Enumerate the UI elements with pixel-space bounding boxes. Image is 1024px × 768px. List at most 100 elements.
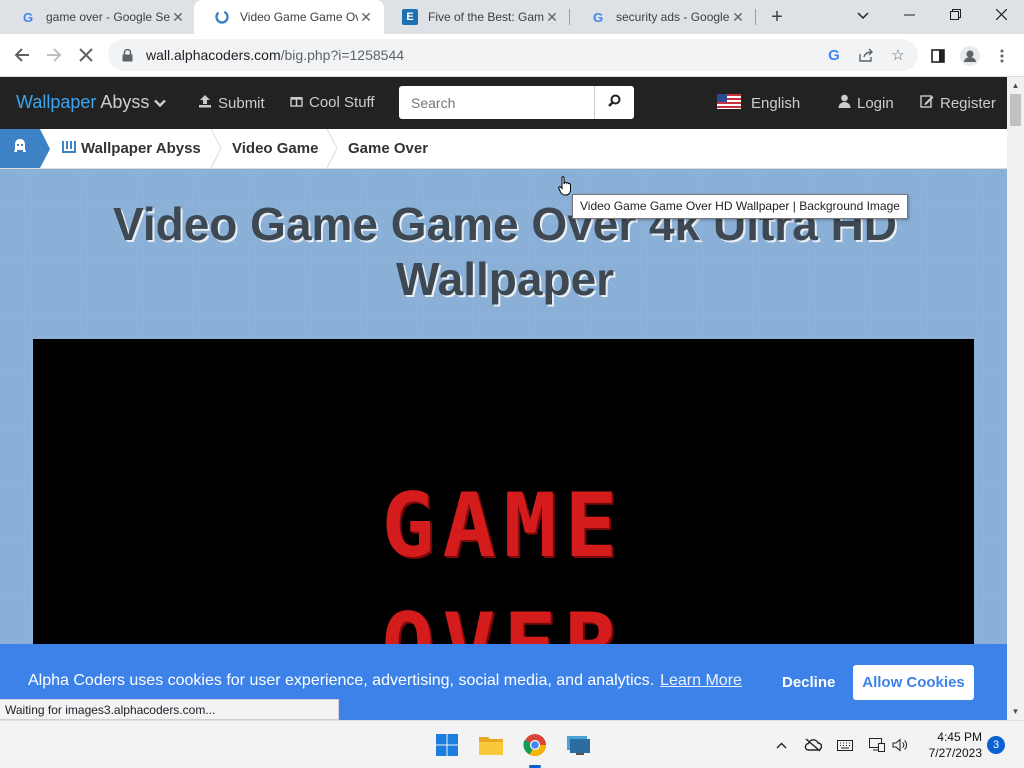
scroll-down-icon[interactable]: ▼ xyxy=(1007,703,1024,720)
login-link[interactable]: Login xyxy=(838,94,894,112)
hand-cursor-icon xyxy=(558,176,571,196)
tab-video-game-wallpaper[interactable]: Video Game Game Ove ✕ xyxy=(194,0,384,34)
google-g-icon: G xyxy=(592,9,604,25)
windows-start-icon[interactable] xyxy=(431,729,463,761)
brand-secondary: Abyss xyxy=(100,92,150,112)
file-explorer-icon[interactable] xyxy=(475,729,507,761)
new-tab-icon[interactable]: + xyxy=(766,4,788,30)
register-label: Register xyxy=(940,94,996,112)
close-tab-icon[interactable]: ✕ xyxy=(544,9,560,26)
breadcrumb-video-game[interactable]: Video Game xyxy=(232,140,318,157)
alphacoders-icon xyxy=(214,9,230,25)
tab-search-chevron-icon[interactable] xyxy=(840,0,886,30)
tab-google-game-over[interactable]: G game over - Google Se ✕ xyxy=(0,0,196,34)
url-host: wall.alphacoders.com xyxy=(146,47,281,63)
breadcrumb-label: Video Game xyxy=(232,140,319,157)
breadcrumb-game-over[interactable]: Game Over xyxy=(348,140,428,157)
remote-desktop-icon[interactable] xyxy=(563,729,595,761)
windows-taskbar: 4:45 PM 7/27/2023 3 xyxy=(0,720,1024,768)
game-over-line-1: GAME xyxy=(381,474,626,577)
submit-link[interactable]: Submit xyxy=(198,94,265,112)
site-brand-menu[interactable]: Wallpaper Abyss xyxy=(16,92,167,113)
tab-five-of-the-best[interactable]: E Five of the Best: Game ✕ xyxy=(382,0,570,34)
tab-separator xyxy=(755,9,756,25)
login-label: Login xyxy=(857,94,894,112)
notification-badge[interactable]: 3 xyxy=(987,736,1005,754)
search-icon xyxy=(608,94,621,112)
submit-label: Submit xyxy=(218,94,265,112)
close-window-icon[interactable] xyxy=(978,0,1024,30)
address-bar[interactable]: wall.alphacoders.com/big.php?i=1258544 G… xyxy=(108,39,918,71)
taskbar-clock[interactable]: 4:45 PM 7/27/2023 xyxy=(912,729,982,761)
minimize-icon[interactable] xyxy=(886,0,932,30)
google-g-icon: G xyxy=(22,9,34,25)
tab-title: Five of the Best: Game xyxy=(428,10,544,24)
gift-icon xyxy=(290,94,303,111)
tab-google-security-ads[interactable]: G security ads - Google S ✕ xyxy=(570,0,756,34)
forward-arrow-icon[interactable] xyxy=(40,41,68,69)
scrollbar-thumb[interactable] xyxy=(1010,94,1021,126)
breadcrumb-label: Wallpaper Abyss xyxy=(81,140,201,157)
breadcrumb-wallpaper-abyss[interactable]: Wallpaper Abyss xyxy=(62,140,201,157)
language-selector[interactable]: English xyxy=(717,94,800,113)
volume-icon[interactable] xyxy=(890,735,910,755)
e-site-icon: E xyxy=(402,9,418,25)
breadcrumb-separator xyxy=(210,129,222,168)
browser-toolbar: wall.alphacoders.com/big.php?i=1258544 G… xyxy=(0,34,1024,77)
tab-title: security ads - Google S xyxy=(616,10,730,24)
share-icon[interactable] xyxy=(856,45,876,65)
clock-time: 4:45 PM xyxy=(937,730,982,744)
main-content: Video Game Game Over 4k Ultra HD Wallpap… xyxy=(0,169,1007,720)
keyboard-icon[interactable] xyxy=(835,735,855,755)
edit-icon xyxy=(920,94,934,112)
chrome-menu-icon[interactable] xyxy=(991,46,1013,66)
lock-icon[interactable] xyxy=(120,48,134,62)
cool-stuff-link[interactable]: Cool Stuff xyxy=(290,94,375,111)
google-lens-icon[interactable]: G xyxy=(824,45,844,65)
register-link[interactable]: Register xyxy=(920,94,996,112)
network-icon[interactable] xyxy=(867,735,887,755)
alien-icon xyxy=(12,138,28,159)
browser-tab-strip: G game over - Google Se ✕ Video Game Gam… xyxy=(0,0,1024,34)
brand-primary: Wallpaper xyxy=(16,92,97,112)
cloud-offline-icon[interactable] xyxy=(803,735,823,755)
chrome-taskbar-icon[interactable] xyxy=(519,729,551,768)
clock-date: 7/27/2023 xyxy=(928,746,982,760)
stop-loading-icon[interactable] xyxy=(72,41,100,69)
breadcrumb-label: Game Over xyxy=(348,140,429,157)
back-arrow-icon[interactable] xyxy=(8,41,36,69)
breadcrumb-separator xyxy=(326,129,338,168)
bookmark-star-icon[interactable]: ☆ xyxy=(888,45,908,65)
tab-title: game over - Google Se xyxy=(46,10,170,24)
language-label: English xyxy=(751,95,801,112)
restore-icon[interactable] xyxy=(932,0,978,30)
us-flag-icon xyxy=(717,94,741,113)
profile-avatar-icon[interactable] xyxy=(959,46,981,66)
close-tab-icon[interactable]: ✕ xyxy=(358,9,374,26)
cookie-message: Alpha Coders uses cookies for user exper… xyxy=(28,672,655,689)
upload-icon xyxy=(198,94,212,112)
url-path: /big.php?i=1258544 xyxy=(280,47,405,63)
allow-cookies-button[interactable]: Allow Cookies xyxy=(853,665,974,700)
show-hidden-icons-chevron-icon[interactable] xyxy=(771,735,791,755)
breadcrumb-home[interactable] xyxy=(0,129,50,168)
chevron-down-icon xyxy=(154,92,167,112)
user-icon xyxy=(838,94,851,112)
scroll-up-icon[interactable]: ▲ xyxy=(1007,77,1024,94)
image-tooltip: Video Game Game Over HD Wallpaper | Back… xyxy=(572,194,908,219)
cool-stuff-label: Cool Stuff xyxy=(309,94,375,111)
url-text[interactable]: wall.alphacoders.com/big.php?i=1258544 xyxy=(146,47,404,63)
cookie-message-wrap: Alpha Coders uses cookies for user exper… xyxy=(28,672,742,690)
tab-title: Video Game Game Ove xyxy=(240,10,358,24)
learn-more-link[interactable]: Learn More xyxy=(660,672,742,689)
site-search xyxy=(399,86,634,119)
browser-status-bar: Waiting for images3.alphacoders.com... xyxy=(0,699,339,720)
search-input[interactable] xyxy=(399,86,594,119)
decline-cookies-button[interactable]: Decline xyxy=(782,674,835,691)
wallpaper-abyss-logo-icon xyxy=(62,140,76,157)
close-tab-icon[interactable]: ✕ xyxy=(730,9,746,26)
close-tab-icon[interactable]: ✕ xyxy=(170,9,186,26)
search-button[interactable] xyxy=(594,86,634,119)
side-panel-icon[interactable] xyxy=(927,46,949,66)
page-scrollbar[interactable]: ▲ ▼ xyxy=(1007,77,1024,720)
